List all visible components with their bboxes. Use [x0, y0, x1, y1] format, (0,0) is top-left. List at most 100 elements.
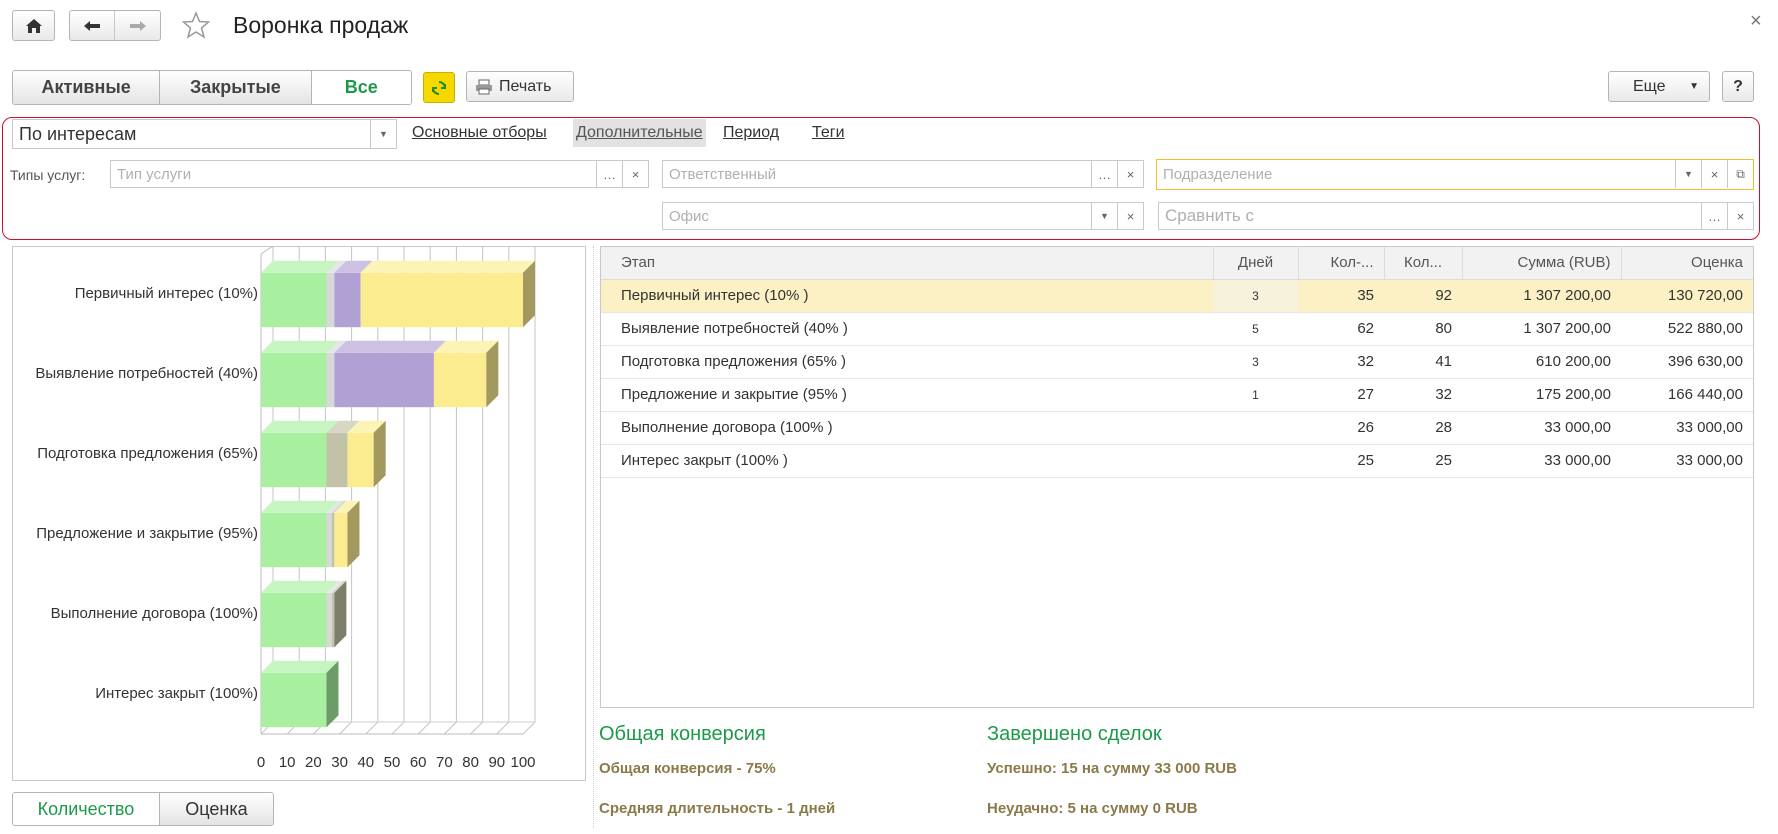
col-estimate[interactable]: Оценка [1621, 247, 1753, 280]
compare-field[interactable]: … × [1158, 202, 1754, 230]
office-dropdown-button[interactable]: ▼ [1091, 203, 1117, 229]
table-row[interactable]: Выполнение договора (100% ) 26 28 33 000,00… [601, 411, 1753, 445]
bar-segment [261, 352, 327, 408]
stage-cell: Предложение и закрытие (95% ) [601, 378, 1213, 412]
count1-cell: 32 [1298, 345, 1384, 379]
arrow-left-icon [84, 20, 100, 31]
col-count1[interactable]: Кол-... [1298, 247, 1385, 280]
mode-estimate-button[interactable]: Оценка [159, 793, 273, 825]
responsible-input[interactable] [663, 161, 1143, 187]
grouping-select[interactable]: ▼ [12, 119, 397, 149]
chevron-down-icon: ▼ [379, 129, 388, 139]
x-tick-label: 40 [357, 754, 374, 771]
mode-count-button[interactable]: Количество [13, 793, 160, 825]
bar-segment [334, 272, 361, 328]
compare-clear-button[interactable]: × [1727, 203, 1753, 229]
link-tags[interactable]: Теги [812, 124, 845, 142]
fail-text: Неудачно: 5 на сумму 0 RUB [987, 800, 1198, 817]
filter-active-button[interactable]: Активные [13, 71, 161, 104]
star-icon [181, 11, 211, 39]
count1-cell: 27 [1298, 378, 1384, 412]
col-sum[interactable]: Сумма (RUB) [1462, 247, 1622, 280]
compare-choose-button[interactable]: … [1701, 203, 1727, 229]
table-row[interactable]: Интерес закрыт (100% ) 25 25 33 000,00 33 00… [601, 444, 1753, 478]
stage-cell: Интерес закрыт (100% ) [601, 444, 1213, 478]
x-tick-label: 60 [410, 754, 427, 771]
category-label: Интерес закрыт (100%) [95, 685, 258, 702]
floor-gridline [470, 721, 483, 735]
bar-segment-top [334, 340, 446, 353]
bar-segment-top [261, 660, 339, 673]
floor-gridline [496, 721, 510, 735]
col-count2[interactable]: Кол... [1384, 247, 1463, 280]
days-cell: 1 [1213, 378, 1298, 412]
table-header: Этап Дней Кол-... Кол... Сумма (RUB) Оце… [601, 247, 1753, 280]
table-row[interactable]: Подготовка предложения (65% ) 3 32 41 610 20… [601, 345, 1753, 379]
count1-cell: 26 [1298, 411, 1384, 445]
service-type-choose-button[interactable]: … [596, 161, 622, 187]
count2-cell: 25 [1384, 444, 1462, 478]
filter-closed-button[interactable]: Закрытые [160, 71, 312, 104]
table-row[interactable]: Первичный интерес (10% ) 3 35 92 1 307 200,0… [601, 279, 1753, 313]
responsible-choose-button[interactable]: … [1091, 161, 1117, 187]
category-label: Подготовка предложения (65%) [37, 445, 258, 462]
nav-buttons [69, 10, 161, 41]
x-tick-label: 90 [488, 754, 505, 771]
office-field[interactable]: ▼ × [662, 202, 1144, 230]
count2-cell: 28 [1384, 411, 1462, 445]
bar-segment [326, 432, 348, 488]
deals-title: Завершено сделок [987, 723, 1162, 745]
x-tick-label: 50 [384, 754, 401, 771]
chevron-down-icon: ▼ [1684, 169, 1693, 179]
office-input[interactable] [663, 203, 1143, 229]
bar-segment [347, 432, 374, 488]
success-text: Успешно: 15 на сумму 33 000 RUB [987, 760, 1237, 777]
department-dropdown-button[interactable]: ▼ [1675, 160, 1701, 188]
bar-segment-top [261, 580, 339, 593]
grouping-dropdown-button[interactable]: ▼ [370, 120, 396, 148]
x-tick-label: 0 [257, 754, 265, 771]
office-clear-button[interactable]: × [1117, 203, 1143, 229]
department-clear-button[interactable]: × [1701, 160, 1727, 188]
compare-input[interactable] [1159, 203, 1753, 229]
department-field[interactable]: ▼ × ⧉ [1156, 159, 1754, 190]
table-row[interactable]: Предложение и закрытие (95% ) 1 27 32 175 20… [601, 378, 1753, 412]
chart-mode-toggle: Количество Оценка [12, 792, 274, 826]
print-button[interactable]: Печать [466, 71, 574, 102]
link-period[interactable]: Период [723, 124, 779, 142]
table-row[interactable]: Выявление потребностей (40% ) 5 62 80 1 307 … [601, 312, 1753, 346]
conversion-title: Общая конверсия [599, 723, 766, 745]
bar-segment-top [261, 340, 339, 353]
sum-cell: 1 307 200,00 [1462, 279, 1621, 313]
department-input[interactable] [1157, 160, 1753, 189]
service-type-input[interactable] [111, 161, 648, 187]
department-open-button[interactable]: ⧉ [1727, 160, 1753, 188]
floor-gridline [339, 721, 352, 735]
back-button[interactable] [70, 11, 116, 40]
page-title: Воронка продаж [233, 12, 409, 38]
stage-cell: Подготовка предложения (65% ) [601, 345, 1213, 379]
link-additional[interactable]: Дополнительные [573, 119, 706, 147]
grouping-select-input[interactable] [13, 120, 396, 148]
bar-segment [261, 432, 327, 488]
col-stage[interactable]: Этап [601, 247, 1214, 280]
service-type-field[interactable]: … × [110, 160, 649, 188]
close-button[interactable]: × [1750, 10, 1762, 33]
home-button[interactable] [12, 10, 55, 41]
refresh-button[interactable] [423, 72, 455, 103]
col-days[interactable]: Дней [1213, 247, 1299, 280]
help-button[interactable]: ? [1722, 71, 1754, 102]
link-main-filters[interactable]: Основные отборы [412, 124, 547, 142]
days-cell [1213, 444, 1298, 478]
bar-segment [331, 592, 335, 648]
filter-all-button[interactable]: Все [311, 71, 411, 104]
responsible-field[interactable]: … × [662, 160, 1144, 188]
more-button[interactable]: Еще ▼ [1608, 71, 1710, 102]
responsible-clear-button[interactable]: × [1117, 161, 1143, 187]
forward-button[interactable] [115, 11, 160, 40]
favorite-star-button[interactable] [181, 10, 211, 40]
conversion-text: Общая конверсия - 75% [599, 760, 776, 777]
bar-segment-top [261, 420, 339, 433]
service-type-clear-button[interactable]: × [622, 161, 648, 187]
count2-cell: 80 [1384, 312, 1462, 346]
